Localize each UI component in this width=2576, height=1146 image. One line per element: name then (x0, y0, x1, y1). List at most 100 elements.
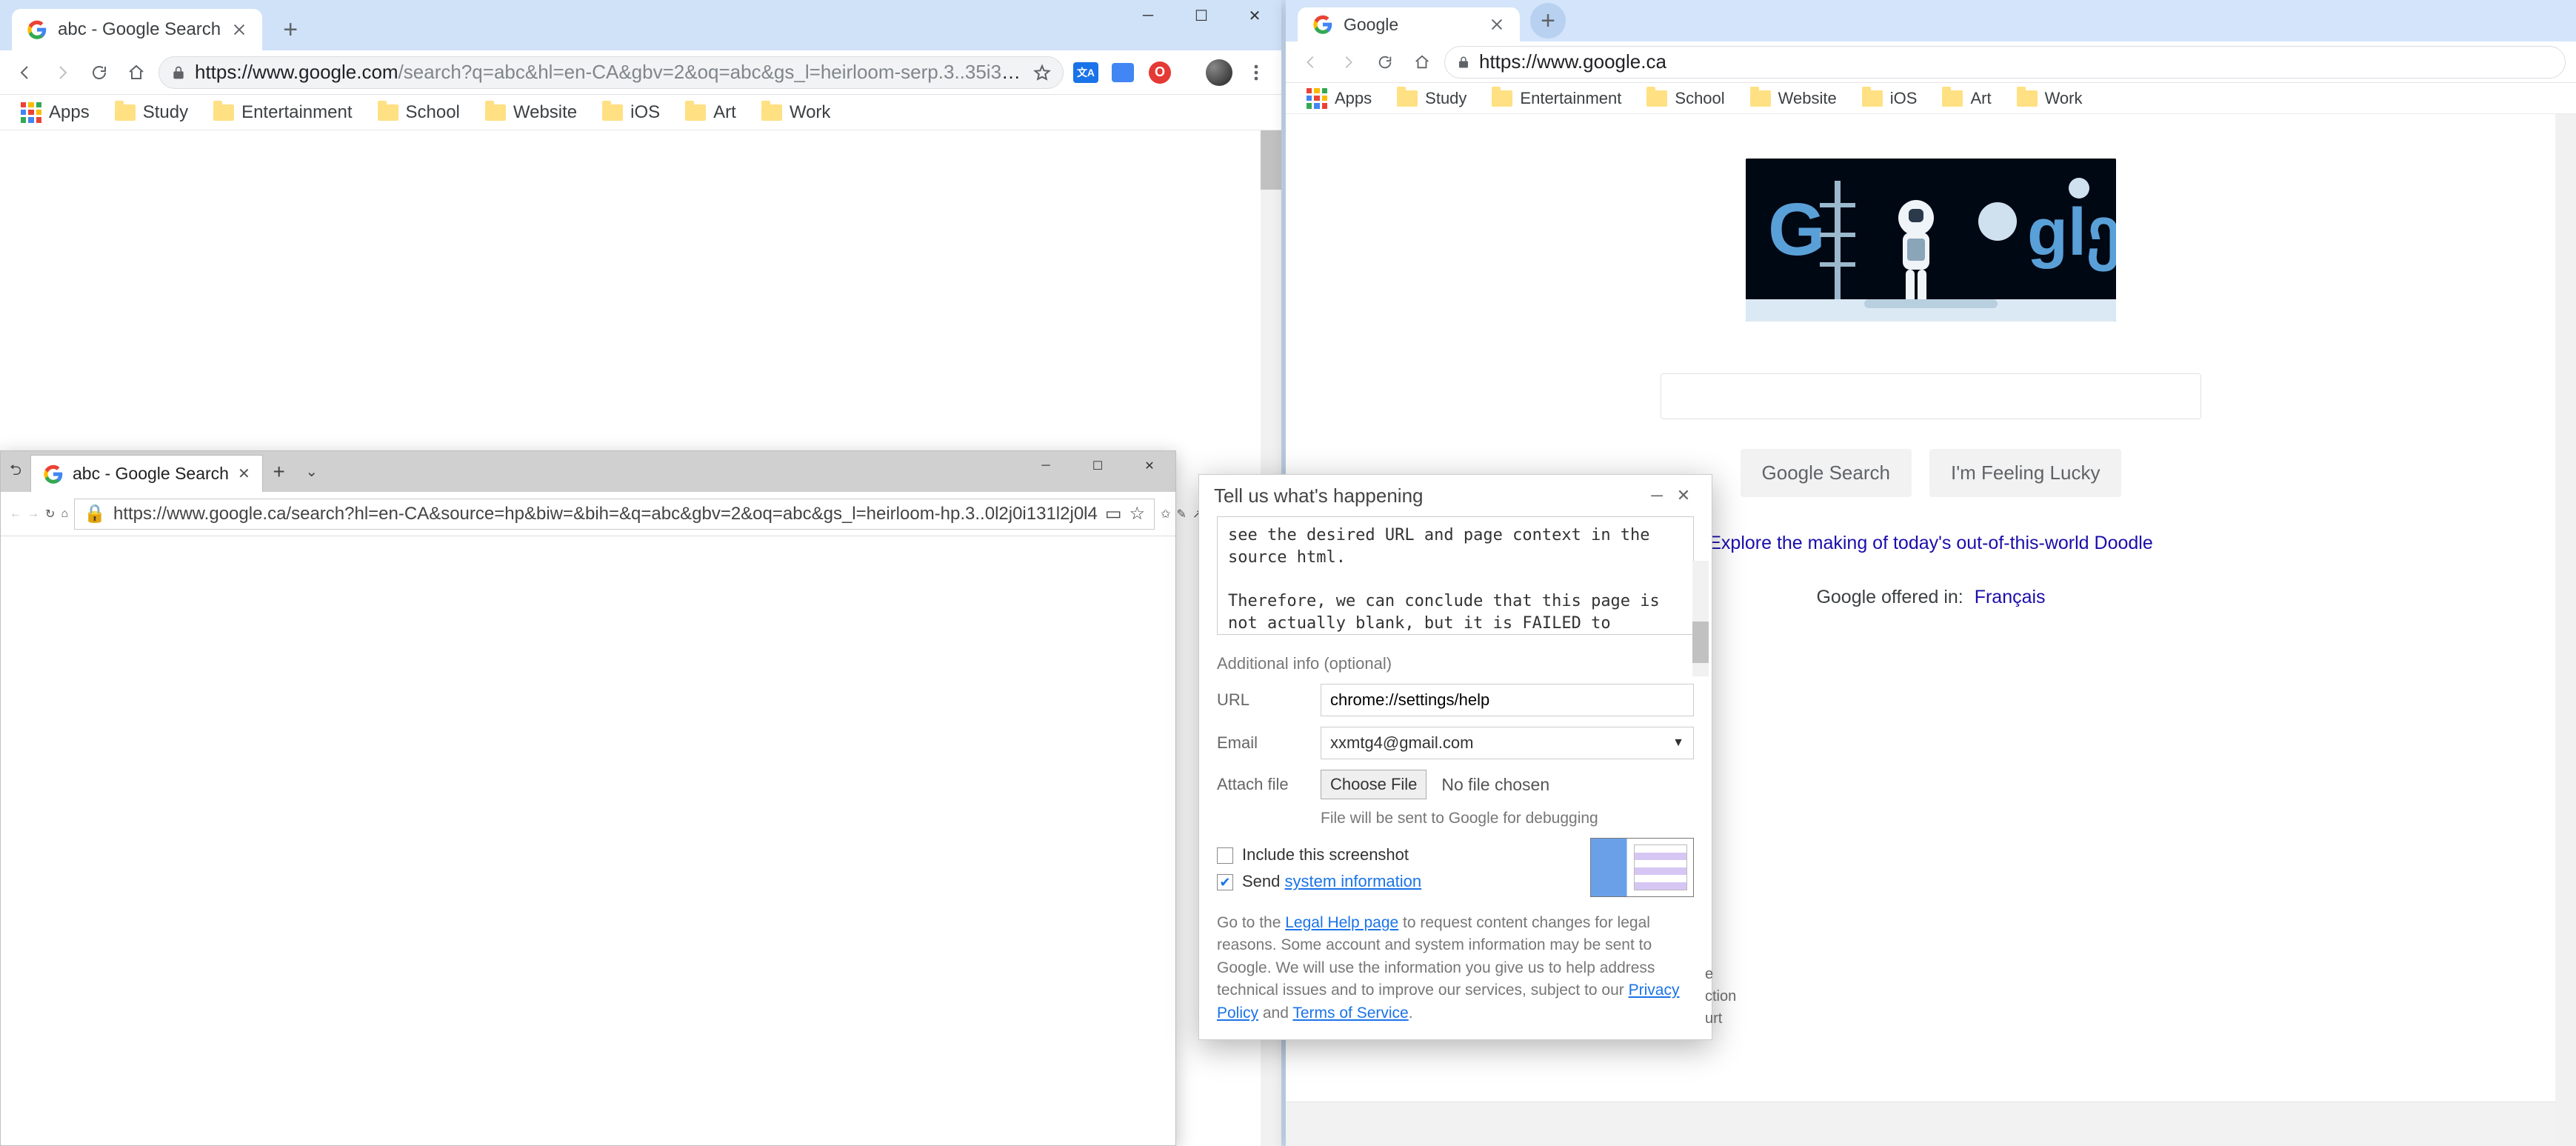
bookmark-apps[interactable]: Apps (1296, 85, 1382, 112)
extension-translate-icon[interactable]: 文A (1071, 58, 1101, 87)
close-tab-icon[interactable] (231, 21, 247, 38)
star-icon[interactable]: ☆ (1129, 503, 1146, 524)
bookmarks-bar: Apps Study Entertainment School Website … (0, 95, 1281, 130)
chevron-down-icon: ▼ (1672, 736, 1684, 750)
screenshot-thumbnail[interactable] (1590, 838, 1694, 897)
email-label: Email (1217, 733, 1306, 753)
bookmark-entertainment[interactable]: Entertainment (203, 99, 362, 126)
bookmark-apps[interactable]: Apps (10, 99, 100, 126)
legal-help-link[interactable]: Legal Help page (1285, 914, 1398, 931)
bookmark-website[interactable]: Website (475, 99, 587, 126)
forward-button[interactable]: → (27, 499, 39, 529)
bookmark-school[interactable]: School (1636, 86, 1735, 111)
close-tab-icon[interactable]: ✕ (238, 464, 250, 483)
favorites-icon[interactable]: ✩ (1161, 499, 1170, 529)
reading-view-icon[interactable]: ▭ (1105, 503, 1122, 524)
window-controls: ─ ☐ ✕ (1020, 451, 1175, 481)
close-dialog-icon[interactable]: ✕ (1670, 486, 1697, 505)
bookmark-study[interactable]: Study (104, 99, 198, 126)
browser-tab[interactable]: Google (1298, 7, 1520, 41)
scrollbar-thumb[interactable] (1692, 622, 1709, 663)
bookmark-work[interactable]: Work (2006, 86, 2093, 111)
minimize-button[interactable]: ─ (1020, 451, 1072, 481)
set-aside-tabs-icon[interactable]: ⮌ (1, 459, 30, 484)
choose-file-button[interactable]: Choose File (1321, 770, 1427, 799)
reload-button[interactable] (1370, 47, 1400, 77)
bookmark-study[interactable]: Study (1387, 86, 1477, 111)
doodle-promo-link[interactable]: Explore the making of today's out-of-thi… (1709, 533, 2153, 554)
search-input[interactable] (1661, 373, 2201, 419)
bookmark-website[interactable]: Website (1740, 86, 1847, 111)
url-field[interactable] (1321, 684, 1694, 716)
email-row: Email xxmtg4@gmail.com ▼ (1217, 727, 1694, 759)
extension-adblock-icon[interactable]: O (1145, 58, 1175, 87)
terms-of-service-link[interactable]: Terms of Service (1292, 1005, 1408, 1022)
new-tab-button[interactable]: + (273, 12, 308, 47)
new-tab-button[interactable]: + (1530, 3, 1566, 39)
close-tab-icon[interactable] (1489, 16, 1505, 33)
google-favicon-icon (43, 464, 64, 484)
maximize-button[interactable]: ☐ (1072, 451, 1124, 481)
close-window-button[interactable]: ✕ (1228, 0, 1281, 31)
reload-button[interactable] (84, 58, 114, 87)
extension-camera-icon[interactable] (1108, 58, 1138, 87)
feedback-dialog: Tell us what's happening ─ ✕ Additional … (1198, 474, 1712, 1040)
close-window-button[interactable]: ✕ (1124, 451, 1175, 481)
star-icon[interactable] (1033, 64, 1051, 81)
bookmark-school[interactable]: School (367, 99, 470, 126)
home-button[interactable] (121, 58, 151, 87)
feedback-textarea[interactable] (1217, 516, 1694, 635)
home-button[interactable] (1407, 47, 1437, 77)
scrollbar[interactable] (2555, 114, 2576, 1146)
send-sysinfo-checkbox[interactable]: ✔ (1217, 874, 1233, 890)
tab-preview-button[interactable]: ⌄ (296, 462, 328, 481)
toolbar: https://www.google.ca (1286, 41, 2576, 83)
include-screenshot-checkbox[interactable] (1217, 847, 1233, 864)
screenshot-row: Include this screenshot ✔ Send system in… (1217, 838, 1694, 899)
back-button[interactable]: ← (10, 499, 21, 529)
additional-info-label: Additional info (optional) (1217, 654, 1694, 673)
tab-title: Google (1344, 15, 1398, 35)
google-footer (1286, 1102, 2576, 1146)
dialog-titlebar: Tell us what's happening ─ ✕ (1199, 475, 1712, 516)
feeling-lucky-button[interactable]: I'm Feeling Lucky (1929, 449, 2122, 497)
bookmark-ios[interactable]: iOS (1852, 86, 1928, 111)
url-label: URL (1217, 690, 1306, 710)
email-select[interactable]: xxmtg4@gmail.com ▼ (1321, 727, 1694, 759)
bookmark-art[interactable]: Art (675, 99, 747, 126)
address-bar[interactable]: 🔒 https://www.google.ca/search?hl=en-CA&… (74, 499, 1155, 530)
new-tab-button[interactable]: + (263, 460, 296, 484)
include-screenshot-row: Include this screenshot (1217, 845, 1590, 865)
reload-button[interactable]: ↻ (45, 499, 55, 529)
textarea-scrollbar[interactable] (1692, 561, 1709, 676)
minimize-dialog-icon[interactable]: ─ (1644, 486, 1670, 505)
bookmark-work[interactable]: Work (751, 99, 841, 126)
minimize-button[interactable]: ─ (1121, 0, 1175, 31)
scrollbar-thumb[interactable] (1261, 130, 1281, 190)
notes-icon[interactable]: ✎ (1176, 499, 1186, 529)
forward-button[interactable] (1333, 47, 1363, 77)
attach-label: Attach file (1217, 775, 1306, 794)
system-information-link[interactable]: system information (1285, 872, 1422, 890)
edge-window: ⮌ abc - Google Search ✕ + ⌄ ─ ☐ ✕ ← → ↻ … (0, 450, 1176, 1146)
bookmark-art[interactable]: Art (1932, 86, 2001, 111)
google-doodle[interactable]: G glე (1746, 159, 2116, 322)
back-button[interactable] (1296, 47, 1326, 77)
profile-avatar[interactable] (1204, 58, 1234, 87)
browser-tab[interactable]: abc - Google Search (12, 9, 262, 50)
address-bar[interactable]: https://www.google.com/search?q=abc&hl=e… (159, 56, 1064, 89)
address-bar[interactable]: https://www.google.ca (1444, 46, 2566, 79)
language-link-francais[interactable]: Français (1975, 587, 2046, 607)
language-offered: Google offered in: Français (1816, 587, 2045, 608)
maximize-button[interactable]: ☐ (1175, 0, 1228, 31)
bookmark-entertainment[interactable]: Entertainment (1481, 86, 1632, 111)
home-button[interactable]: ⌂ (61, 499, 68, 529)
back-button[interactable] (10, 58, 40, 87)
browser-tab[interactable]: abc - Google Search ✕ (30, 455, 263, 492)
window-controls: ─ ☐ ✕ (1121, 0, 1281, 31)
google-search-button[interactable]: Google Search (1741, 449, 1912, 497)
forward-button[interactable] (47, 58, 77, 87)
dialog-body: Additional info (optional) URL Email xxm… (1199, 516, 1712, 1039)
chrome-menu-button[interactable] (1241, 58, 1271, 87)
bookmark-ios[interactable]: iOS (592, 99, 670, 126)
